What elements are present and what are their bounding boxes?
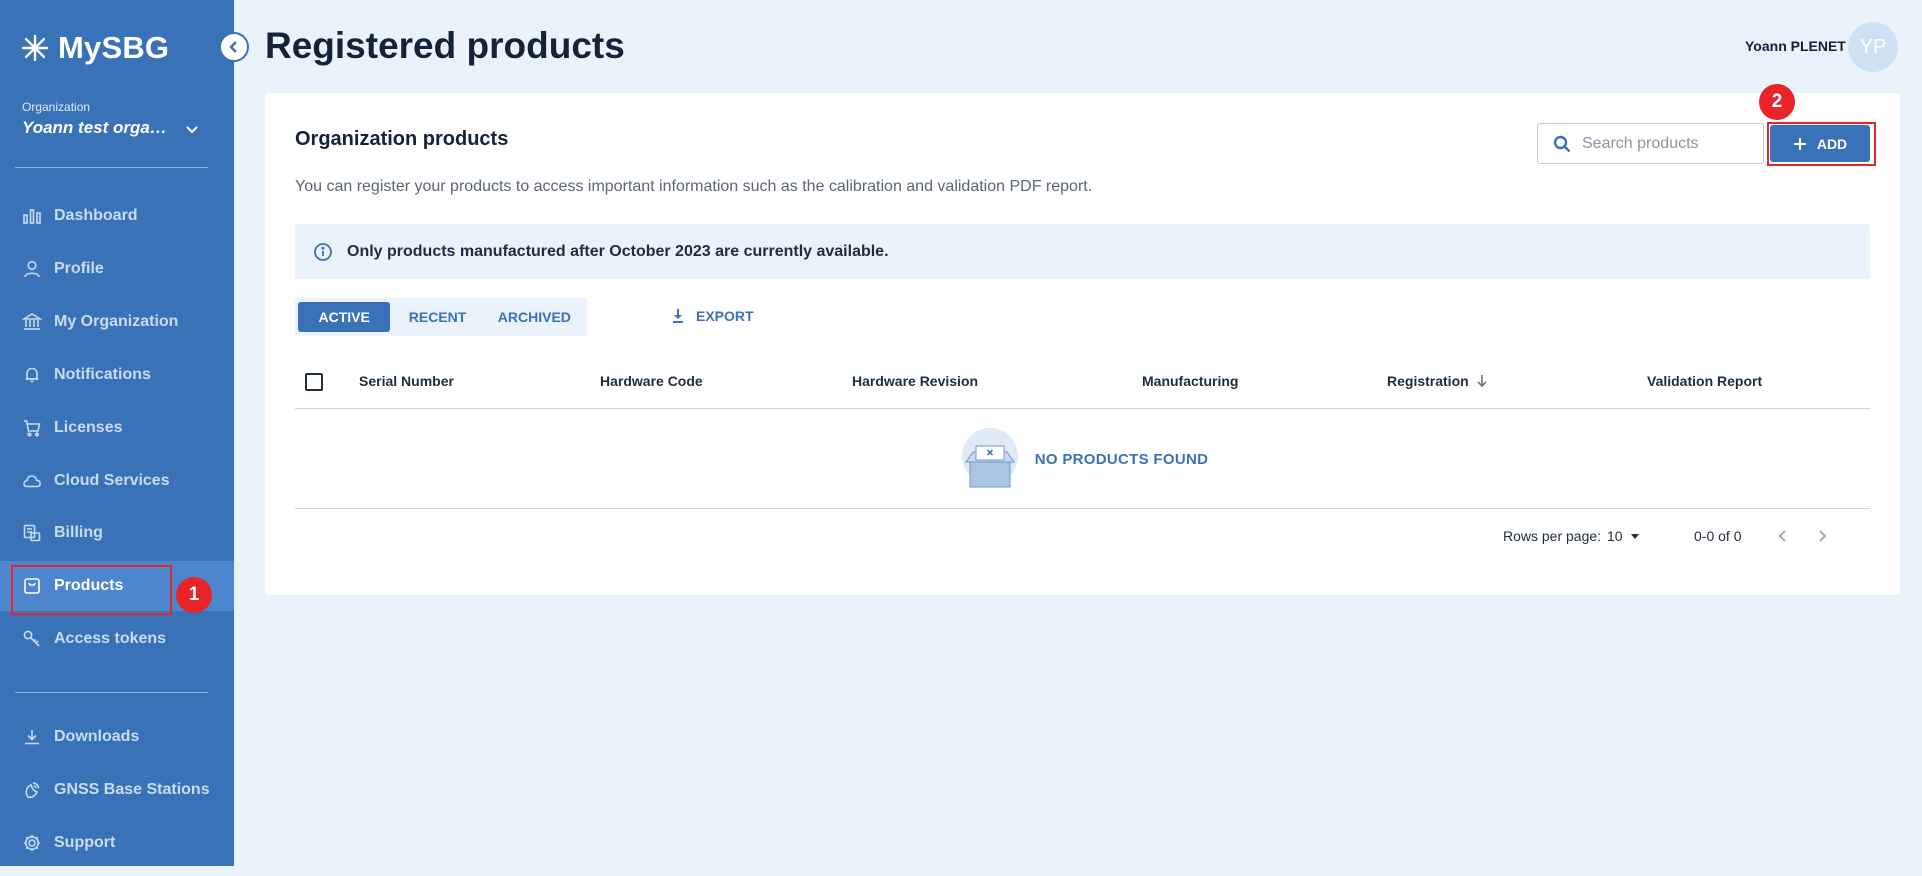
select-all-checkbox[interactable] bbox=[305, 373, 323, 391]
sidebar-item-downloads[interactable]: Downloads bbox=[0, 712, 234, 762]
sidebar-divider bbox=[15, 692, 208, 693]
sidebar-item-support[interactable]: Support bbox=[0, 818, 234, 868]
column-label: Serial Number bbox=[359, 373, 454, 389]
step-badge-1: 1 bbox=[176, 577, 212, 613]
sidebar-item-label: My Organization bbox=[54, 313, 179, 330]
cart-icon bbox=[24, 420, 41, 437]
previous-page-button[interactable] bbox=[1775, 528, 1791, 544]
search-input[interactable] bbox=[1582, 134, 1752, 153]
column-manufacturing[interactable]: Manufacturing bbox=[1142, 373, 1238, 389]
bank-icon bbox=[22, 313, 42, 330]
logo[interactable]: MySBG bbox=[20, 30, 169, 66]
products-card: Organization products You can register y… bbox=[265, 93, 1900, 595]
rows-per-page-select[interactable]: 10 bbox=[1607, 528, 1641, 544]
column-registration[interactable]: Registration bbox=[1387, 373, 1489, 389]
next-page-button[interactable] bbox=[1814, 528, 1830, 544]
page-title: Registered products bbox=[265, 25, 625, 66]
gear-icon bbox=[23, 834, 41, 852]
sidebar-item-label: Licenses bbox=[54, 419, 123, 436]
column-label: Hardware Revision bbox=[852, 373, 979, 389]
sidebar-item-label: Billing bbox=[54, 524, 103, 541]
sidebar-item-licenses[interactable]: Licenses bbox=[0, 403, 234, 453]
cloud-icon bbox=[23, 475, 41, 488]
highlight-products bbox=[11, 565, 172, 615]
info-banner: Only products manufactured after October… bbox=[295, 224, 1870, 279]
export-button[interactable]: EXPORT bbox=[670, 308, 754, 324]
empty-state-text: NO PRODUCTS FOUND bbox=[1034, 450, 1209, 468]
sidebar-item-dashboard[interactable]: Dashboard bbox=[0, 191, 234, 241]
highlight-add bbox=[1767, 122, 1876, 166]
sidebar-item-notifications[interactable]: Notifications bbox=[0, 350, 234, 400]
caret-down-icon bbox=[1630, 534, 1639, 539]
tab-active[interactable]: ACTIVE bbox=[298, 302, 391, 332]
user-name[interactable]: Yoann PLENET bbox=[1745, 38, 1846, 54]
column-validation-report[interactable]: Validation Report bbox=[1647, 373, 1762, 389]
sidebar-item-label: Access tokens bbox=[54, 630, 167, 647]
column-label: Manufacturing bbox=[1142, 373, 1239, 389]
column-label: Validation Report bbox=[1647, 373, 1763, 389]
collapse-sidebar-button[interactable] bbox=[219, 32, 249, 62]
sidebar: MySBG Organization Yoann test organizati… bbox=[0, 0, 234, 866]
sidebar-item-billing[interactable]: Billing bbox=[0, 508, 234, 558]
table-header: Serial Number Hardware Code Hardware Rev… bbox=[295, 355, 1870, 409]
sidebar-item-label: Downloads bbox=[54, 728, 140, 745]
billing-icon bbox=[23, 524, 41, 542]
sidebar-item-label: Support bbox=[54, 834, 116, 851]
sidebar-item-label: Cloud Services bbox=[54, 472, 170, 489]
chart-icon bbox=[23, 209, 41, 224]
sidebar-item-label: GNSS Base Stations bbox=[54, 781, 210, 798]
rows-per-page-value: 10 bbox=[1607, 528, 1623, 544]
logo-text: MySBG bbox=[58, 30, 170, 65]
chevron-left-icon bbox=[229, 41, 237, 53]
status-tabs: ACTIVE RECENT ARCHIVED bbox=[295, 298, 587, 336]
info-icon bbox=[314, 242, 332, 261]
key-icon bbox=[23, 630, 40, 647]
step-badge-2: 2 bbox=[1759, 84, 1795, 120]
empty-box-icon bbox=[961, 428, 1018, 488]
empty-state: NO PRODUCTS FOUND bbox=[295, 410, 1870, 509]
tab-recent[interactable]: RECENT bbox=[390, 302, 484, 332]
sidebar-item-my-organization[interactable]: My Organization bbox=[0, 297, 234, 347]
user-icon bbox=[24, 260, 40, 278]
column-label: Registration bbox=[1387, 373, 1469, 389]
avatar[interactable]: YP bbox=[1848, 22, 1898, 72]
sidebar-item-profile[interactable]: Profile bbox=[0, 244, 234, 294]
rows-per-page-label: Rows per page: bbox=[1503, 528, 1602, 544]
sbg-logo-icon bbox=[21, 34, 49, 62]
info-text: Only products manufactured after October… bbox=[347, 242, 889, 260]
card-title: Organization products bbox=[295, 128, 509, 150]
organization-name[interactable]: Yoann test organization bbox=[22, 118, 172, 138]
pagination-range: 0-0 of 0 bbox=[1694, 528, 1742, 544]
search-field[interactable] bbox=[1537, 123, 1764, 164]
column-hardware-revision[interactable]: Hardware Revision bbox=[852, 373, 978, 389]
bell-icon bbox=[25, 367, 39, 383]
chevron-left-icon bbox=[1778, 530, 1786, 542]
column-serial-number[interactable]: Serial Number bbox=[359, 373, 454, 389]
chevron-down-icon[interactable] bbox=[182, 120, 202, 140]
arrow-down-icon bbox=[1477, 375, 1487, 388]
sidebar-item-access-tokens[interactable]: Access tokens bbox=[0, 614, 234, 664]
sidebar-item-label: Profile bbox=[54, 260, 104, 277]
download-icon bbox=[673, 309, 683, 323]
sidebar-item-cloud-services[interactable]: Cloud Services bbox=[0, 456, 234, 506]
sidebar-item-label: Dashboard bbox=[54, 207, 138, 224]
tab-archived[interactable]: ARCHIVED bbox=[485, 302, 584, 332]
satellite-icon bbox=[25, 782, 40, 799]
sidebar-item-label: Notifications bbox=[54, 366, 151, 383]
download-icon bbox=[25, 730, 39, 745]
organization-label: Organization bbox=[22, 100, 91, 114]
chevron-right-icon bbox=[1819, 530, 1827, 542]
export-label: EXPORT bbox=[696, 308, 754, 324]
column-label: Hardware Code bbox=[600, 373, 703, 389]
column-hardware-code[interactable]: Hardware Code bbox=[600, 373, 703, 389]
card-description: You can register your products to access… bbox=[295, 178, 1093, 195]
search-icon bbox=[1553, 135, 1571, 152]
sidebar-divider bbox=[15, 167, 208, 168]
sidebar-item-gnss-base-stations[interactable]: GNSS Base Stations bbox=[0, 765, 234, 815]
